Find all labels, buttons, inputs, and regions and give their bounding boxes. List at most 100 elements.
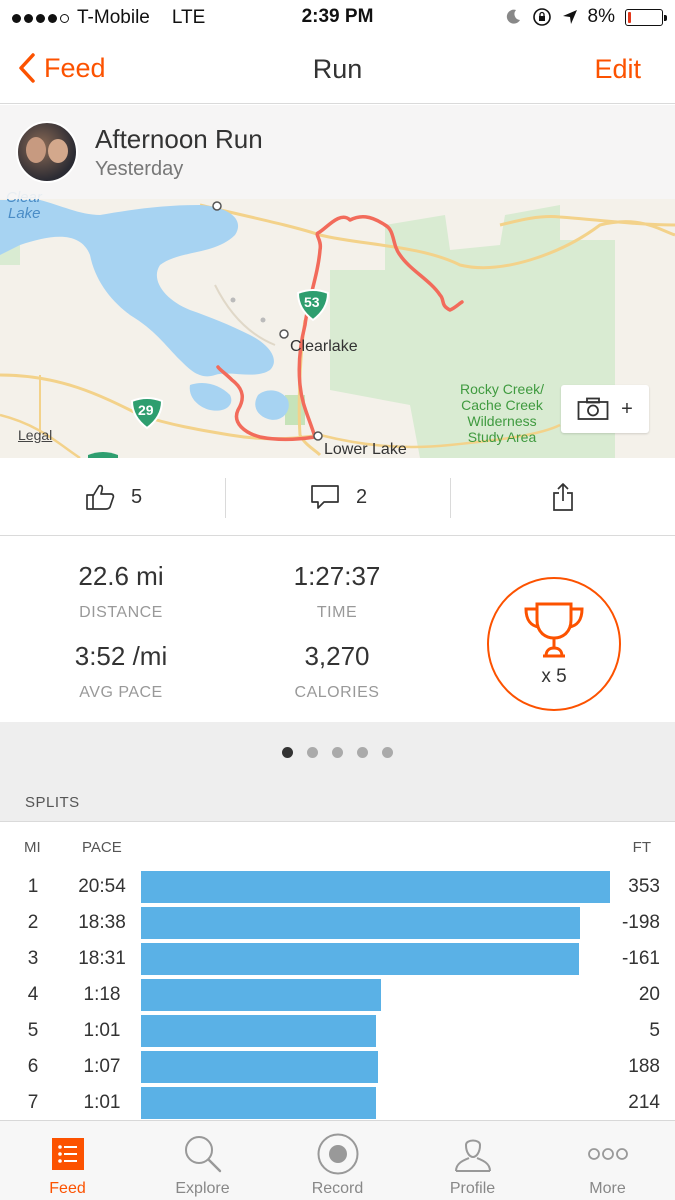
page-indicator[interactable] [0,722,675,782]
split-mile: 5 [27,1020,39,1041]
page-dot[interactable] [282,746,293,758]
edit-button[interactable]: Edit [594,54,641,85]
split-bar [141,907,580,939]
kudos-button[interactable]: 5 [85,458,142,536]
social-divider-2 [450,478,451,518]
split-pace: 18:38 [78,912,126,933]
camera-icon [577,397,609,420]
tab-profile-label: Profile [449,1180,496,1197]
comment-button[interactable]: 2 [310,458,367,536]
legal-link[interactable]: Legal [18,427,52,443]
trophy-icon [524,602,584,658]
splits-table: MI PACE FT 1 20:54 353 2 18:38 -198 3 18:31 -161… [0,822,675,1120]
split-pace: 1:07 [83,1056,121,1077]
tab-more-label: More [589,1180,626,1197]
split-pace: 1:01 [83,1020,121,1041]
activity-date: Yesterday [95,158,184,180]
profile-icon [450,1133,495,1175]
record-icon [315,1133,360,1175]
map-label-area-line-3: Wilderness [467,413,537,429]
achievements-badge[interactable]: x 5 [487,577,621,711]
split-mile: 2 [27,912,39,933]
split-elevation: -161 [621,948,660,969]
split-row: 5 1:01 5 [0,1014,675,1048]
map-label-area-line-1: Rocky Creek/ [459,381,545,397]
page-dot[interactable] [307,746,318,758]
splits-title: SPLITS [25,794,80,811]
split-row: 3 18:31 -161 [0,942,675,976]
split-bar [141,943,579,975]
split-bar [141,1051,378,1083]
status-bar: T-Mobile LTE 2:39 PM 8% [0,0,675,36]
comment-icon [311,485,339,509]
split-pace: 18:31 [78,948,126,969]
tab-record[interactable]: Record [270,1121,405,1200]
page-title: Run [312,54,363,84]
feed-icon [45,1133,90,1175]
search-icon [180,1133,225,1175]
rotation-lock-icon [532,8,551,26]
stat-calories: 3,270 CALORIES [237,641,437,702]
battery-icon [625,8,667,26]
split-row: 7 1:01 214 [0,1086,675,1120]
map-label-wilderness-area: Rocky Creek/ Cache Creek Wilderness Stud… [452,381,552,445]
tab-bar: Feed Explore Record Profile More [0,1120,675,1200]
calories-value: 3,270 [304,641,370,671]
split-mile: 6 [27,1056,39,1077]
add-photo-plus: + [621,397,633,420]
map-label-highway-29: 29 [138,402,154,418]
col-head-pace: PACE [82,839,122,856]
activity-header[interactable]: Afternoon Run Yesterday [0,105,675,199]
achievements-count: x 5 [541,666,567,687]
page-dot[interactable] [357,746,368,758]
split-bar [141,1015,376,1047]
tab-feed-label: Feed [49,1180,86,1197]
split-elevation: 214 [628,1092,660,1113]
share-icon [553,483,573,511]
distance-label: DISTANCE [79,604,163,621]
col-head-mi: MI [24,839,41,856]
more-icon [585,1133,630,1175]
tab-profile[interactable]: Profile [405,1121,540,1200]
split-mile: 1 [27,876,39,897]
split-elevation: 20 [638,984,660,1005]
page-dot[interactable] [332,746,343,758]
split-row: 6 1:07 188 [0,1050,675,1084]
stat-distance: 22.6 mi DISTANCE [21,561,221,622]
location-arrow-icon [562,10,577,24]
split-bar [141,979,381,1011]
activity-stats: 22.6 mi DISTANCE 1:27:37 TIME 3:52 /mi A… [0,537,675,722]
split-row: 2 18:38 -198 [0,906,675,940]
add-photo-button[interactable]: + [561,385,649,433]
split-pace: 1:01 [83,1092,121,1113]
tab-explore[interactable]: Explore [135,1121,270,1200]
kudos-count: 5 [131,485,143,508]
map-label-clearlake: Clearlake [290,338,358,355]
share-button[interactable] [551,458,575,536]
calories-label: CALORIES [294,684,380,701]
distance-value: 22.6 mi [78,561,164,591]
avg-pace-label: AVG PACE [79,684,163,701]
map-label-lower-lake: Lower Lake [324,441,407,458]
split-row: 4 1:18 20 [0,978,675,1012]
tab-record-label: Record [311,1180,364,1197]
activity-title: Afternoon Run [95,124,263,154]
split-row: 1 20:54 353 [0,870,675,904]
avg-pace-value: 3:52 /mi [74,641,168,671]
split-bar [141,1087,376,1119]
tab-explore-label: Explore [175,1180,230,1197]
status-icons: 8% [504,6,667,28]
route-map[interactable]: 53 29 Clear Lake Clearlake Lower Lake Ro… [0,105,675,458]
splits-header: SPLITS [0,782,675,822]
split-bar [141,871,610,903]
split-mile: 3 [27,948,39,969]
page-dot[interactable] [382,746,393,758]
split-elevation: 5 [649,1020,660,1041]
tab-more[interactable]: More [540,1121,675,1200]
battery-percent: 8% [587,6,615,27]
split-pace: 20:54 [78,876,126,897]
split-pace: 1:18 [83,984,121,1005]
tab-feed[interactable]: Feed [0,1121,135,1200]
time-value: 1:27:37 [293,561,381,591]
avatar[interactable] [16,121,78,183]
